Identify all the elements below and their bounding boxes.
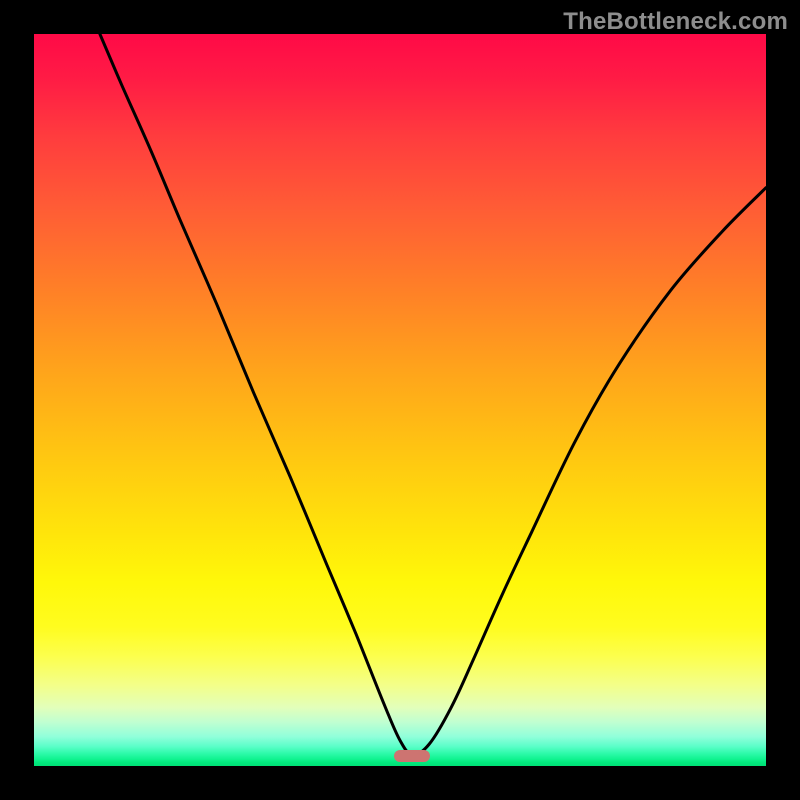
plot-area bbox=[34, 34, 766, 766]
chart-frame: TheBottleneck.com bbox=[0, 0, 800, 800]
watermark-text: TheBottleneck.com bbox=[563, 8, 788, 36]
optimal-marker bbox=[394, 750, 430, 762]
bottleneck-curve bbox=[34, 34, 766, 766]
